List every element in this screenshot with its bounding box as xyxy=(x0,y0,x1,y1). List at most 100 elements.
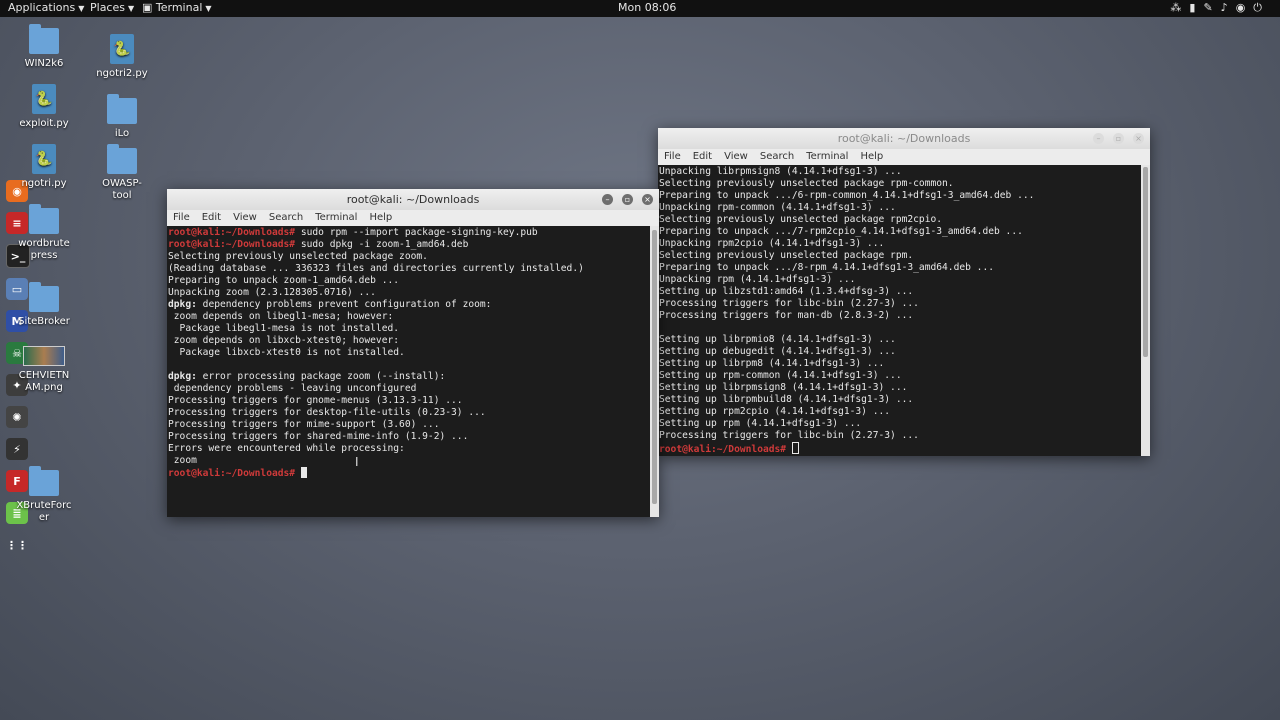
terminal-window-main[interactable]: root@kali: ~/Downloads – ▫ × File Edit Vie… xyxy=(167,189,659,517)
terminal-line-text: Unpacking rpm2cpio (4.14.1+dfsg1-3) ... xyxy=(659,238,885,249)
maximize-button[interactable]: ▫ xyxy=(1113,133,1124,144)
menu-view[interactable]: View xyxy=(724,151,748,162)
terminal-line: Setting up rpm-common (4.14.1+dfsg1-3) .… xyxy=(659,370,1141,382)
terminal-output[interactable]: Unpacking librpmsign8 (4.14.1+dfsg1-3) .… xyxy=(658,165,1141,456)
terminal-bold-prefix: dpkg: xyxy=(168,371,197,382)
menu-help[interactable]: Help xyxy=(860,151,883,162)
desktop-icon-ngotri2[interactable]: 🐍 ngotri2.py xyxy=(90,34,154,80)
terminal-line: Processing triggers for shared-mime-info… xyxy=(168,431,650,443)
menu-file[interactable]: File xyxy=(173,212,190,223)
show-apps-icon[interactable]: ⋮⋮ xyxy=(6,534,28,556)
chevron-down-icon: ▼ xyxy=(78,4,85,13)
terminal-line: Setting up rpm2cpio (4.14.1+dfsg1-3) ... xyxy=(659,406,1141,418)
desktop-icon-xbruteforcer[interactable]: XBruteForcer xyxy=(12,466,76,524)
clock[interactable]: Mon 08:06 xyxy=(618,1,676,14)
terminal-line: Package libxcb-xtest0 is not installed. xyxy=(168,347,650,359)
terminal-cursor xyxy=(791,442,799,454)
network-icon[interactable]: ⁂ xyxy=(1170,1,1189,14)
chevron-down-icon: ▼ xyxy=(205,4,212,13)
places-menu[interactable]: Places ▼ xyxy=(90,1,134,14)
window-icon[interactable]: ▮ xyxy=(1189,1,1203,14)
terminal-line: Processing triggers for libc-bin (2.27-3… xyxy=(659,298,1141,310)
window-title: root@kali: ~/Downloads xyxy=(837,132,971,145)
desktop-icon-wordbrutepress[interactable]: wordbrutepress xyxy=(12,204,76,262)
desktop-icon-ilo[interactable]: iLo xyxy=(90,94,154,140)
terminal-line: Processing triggers for man-db (2.8.3-2)… xyxy=(659,310,1141,322)
zap-icon[interactable]: ⚡ xyxy=(6,438,28,460)
maltego-icon[interactable]: ✺ xyxy=(6,406,28,428)
volume-icon[interactable]: ♪ xyxy=(1221,1,1236,14)
maximize-button[interactable]: ▫ xyxy=(622,194,633,205)
shell-prompt: root@kali:~/Downloads# xyxy=(168,239,296,250)
top-panel: Applications ▼ Places ▼ ▣ Terminal ▼ Mon 08… xyxy=(0,0,1280,17)
terminal-line: root@kali:~/Downloads# sudo dpkg -i zoom… xyxy=(168,239,650,251)
python-file-icon: 🐍 xyxy=(32,144,56,174)
applications-label: Applications xyxy=(8,1,76,14)
menu-search[interactable]: Search xyxy=(760,151,794,162)
pen-icon[interactable]: ✎ xyxy=(1203,1,1220,14)
terminal-line-text: zoom depends on libegl1-mesa; however: xyxy=(168,311,394,322)
desktop-icon-label: WIN2k6 xyxy=(24,58,64,69)
terminal-line: Unpacking librpmsign8 (4.14.1+dfsg1-3) .… xyxy=(659,166,1141,178)
terminal-window-secondary[interactable]: root@kali: ~/Downloads – ▫ × File Edit Vie… xyxy=(658,128,1150,456)
terminal-line-text: dependency problems - leaving unconfigur… xyxy=(168,383,417,394)
menu-search[interactable]: Search xyxy=(269,212,303,223)
window-menubar: File Edit View Search Terminal Help xyxy=(658,149,1150,165)
applications-menu[interactable]: Applications ▼ xyxy=(8,1,84,14)
window-menubar: File Edit View Search Terminal Help xyxy=(167,210,659,226)
terminal-line: Package libegl1-mesa is not installed. xyxy=(168,323,650,335)
close-button[interactable]: × xyxy=(1133,133,1144,144)
desktop-icon-exploit[interactable]: 🐍 exploit.py xyxy=(12,84,76,130)
terminal-line-text: Setting up rpm (4.14.1+dfsg1-3) ... xyxy=(659,418,862,429)
desktop-icon-cehvietnam[interactable]: CEHVIETNAM.png xyxy=(12,338,76,394)
desktop-icon-label: OWASP-tool xyxy=(102,178,142,201)
terminal-line-text: zoom xyxy=(168,455,197,466)
terminal-line: Setting up debugedit (4.14.1+dfsg1-3) ..… xyxy=(659,346,1141,358)
close-button[interactable]: × xyxy=(642,194,653,205)
menu-help[interactable]: Help xyxy=(369,212,392,223)
window-titlebar[interactable]: root@kali: ~/Downloads – ▫ × xyxy=(658,128,1150,149)
terminal-line-text: Setting up librpmio8 (4.14.1+dfsg1-3) ..… xyxy=(659,334,896,345)
minimize-button[interactable]: – xyxy=(602,194,613,205)
scrollbar[interactable] xyxy=(1141,165,1150,456)
desktop-icon-win2k6[interactable]: WIN2k6 xyxy=(12,24,76,70)
terminal-app-menu[interactable]: ▣ Terminal ▼ xyxy=(142,1,212,14)
power-icon[interactable]: ⏻ xyxy=(1253,1,1270,14)
terminal-output[interactable]: root@kali:~/Downloads# sudo rpm --import… xyxy=(167,226,650,517)
scrollbar[interactable] xyxy=(650,226,659,517)
terminal-line: Selecting previously unselected package … xyxy=(659,178,1141,190)
terminal-line-text: Setting up rpm-common (4.14.1+dfsg1-3) .… xyxy=(659,370,902,381)
desktop-icon-ngotri[interactable]: 🐍 ngotri.py xyxy=(12,144,76,190)
window-titlebar[interactable]: root@kali: ~/Downloads – ▫ × xyxy=(167,189,659,210)
desktop-icon-sitebroker[interactable]: SiteBroker xyxy=(12,282,76,328)
menu-view[interactable]: View xyxy=(233,212,257,223)
chevron-down-icon: ▼ xyxy=(127,4,135,13)
menu-file[interactable]: File xyxy=(664,151,681,162)
menu-terminal[interactable]: Terminal xyxy=(806,151,848,162)
scrollbar-thumb[interactable] xyxy=(1143,167,1148,357)
scrollbar-thumb[interactable] xyxy=(652,230,657,504)
terminal-line: Selecting previously unselected package … xyxy=(168,251,650,263)
terminal-line-text: Preparing to unpack zoom-1_amd64.deb ... xyxy=(168,275,400,286)
terminal-line: (Reading database ... 336323 files and d… xyxy=(168,263,650,275)
minimize-button[interactable]: – xyxy=(1093,133,1104,144)
terminal-line-text: Errors were encountered while processing… xyxy=(168,443,405,454)
terminal-line: Selecting previously unselected package … xyxy=(659,250,1141,262)
battery-icon[interactable]: ◉ xyxy=(1236,1,1254,14)
terminal-line-text: Processing triggers for gnome-menus (3.1… xyxy=(168,395,463,406)
terminal-line-text: Processing triggers for man-db (2.8.3-2)… xyxy=(659,310,914,321)
menu-terminal[interactable]: Terminal xyxy=(315,212,357,223)
terminal-line-text: Preparing to unpack .../6-rpm-common_4.1… xyxy=(659,190,1035,201)
system-indicators[interactable]: ⁂▮✎♪◉⏻ xyxy=(1170,1,1270,15)
desktop-icon-owasp[interactable]: OWASP-tool xyxy=(90,144,154,202)
menu-edit[interactable]: Edit xyxy=(202,212,221,223)
shell-prompt: root@kali:~/Downloads# xyxy=(168,468,296,479)
menu-edit[interactable]: Edit xyxy=(693,151,712,162)
folder-icon xyxy=(29,24,59,54)
folder-icon xyxy=(107,94,137,124)
terminal-line: zoom depends on libegl1-mesa; however: xyxy=(168,311,650,323)
terminal-line: dpkg: dependency problems prevent config… xyxy=(168,299,650,311)
terminal-line-text: Processing triggers for libc-bin (2.27-3… xyxy=(659,430,919,441)
